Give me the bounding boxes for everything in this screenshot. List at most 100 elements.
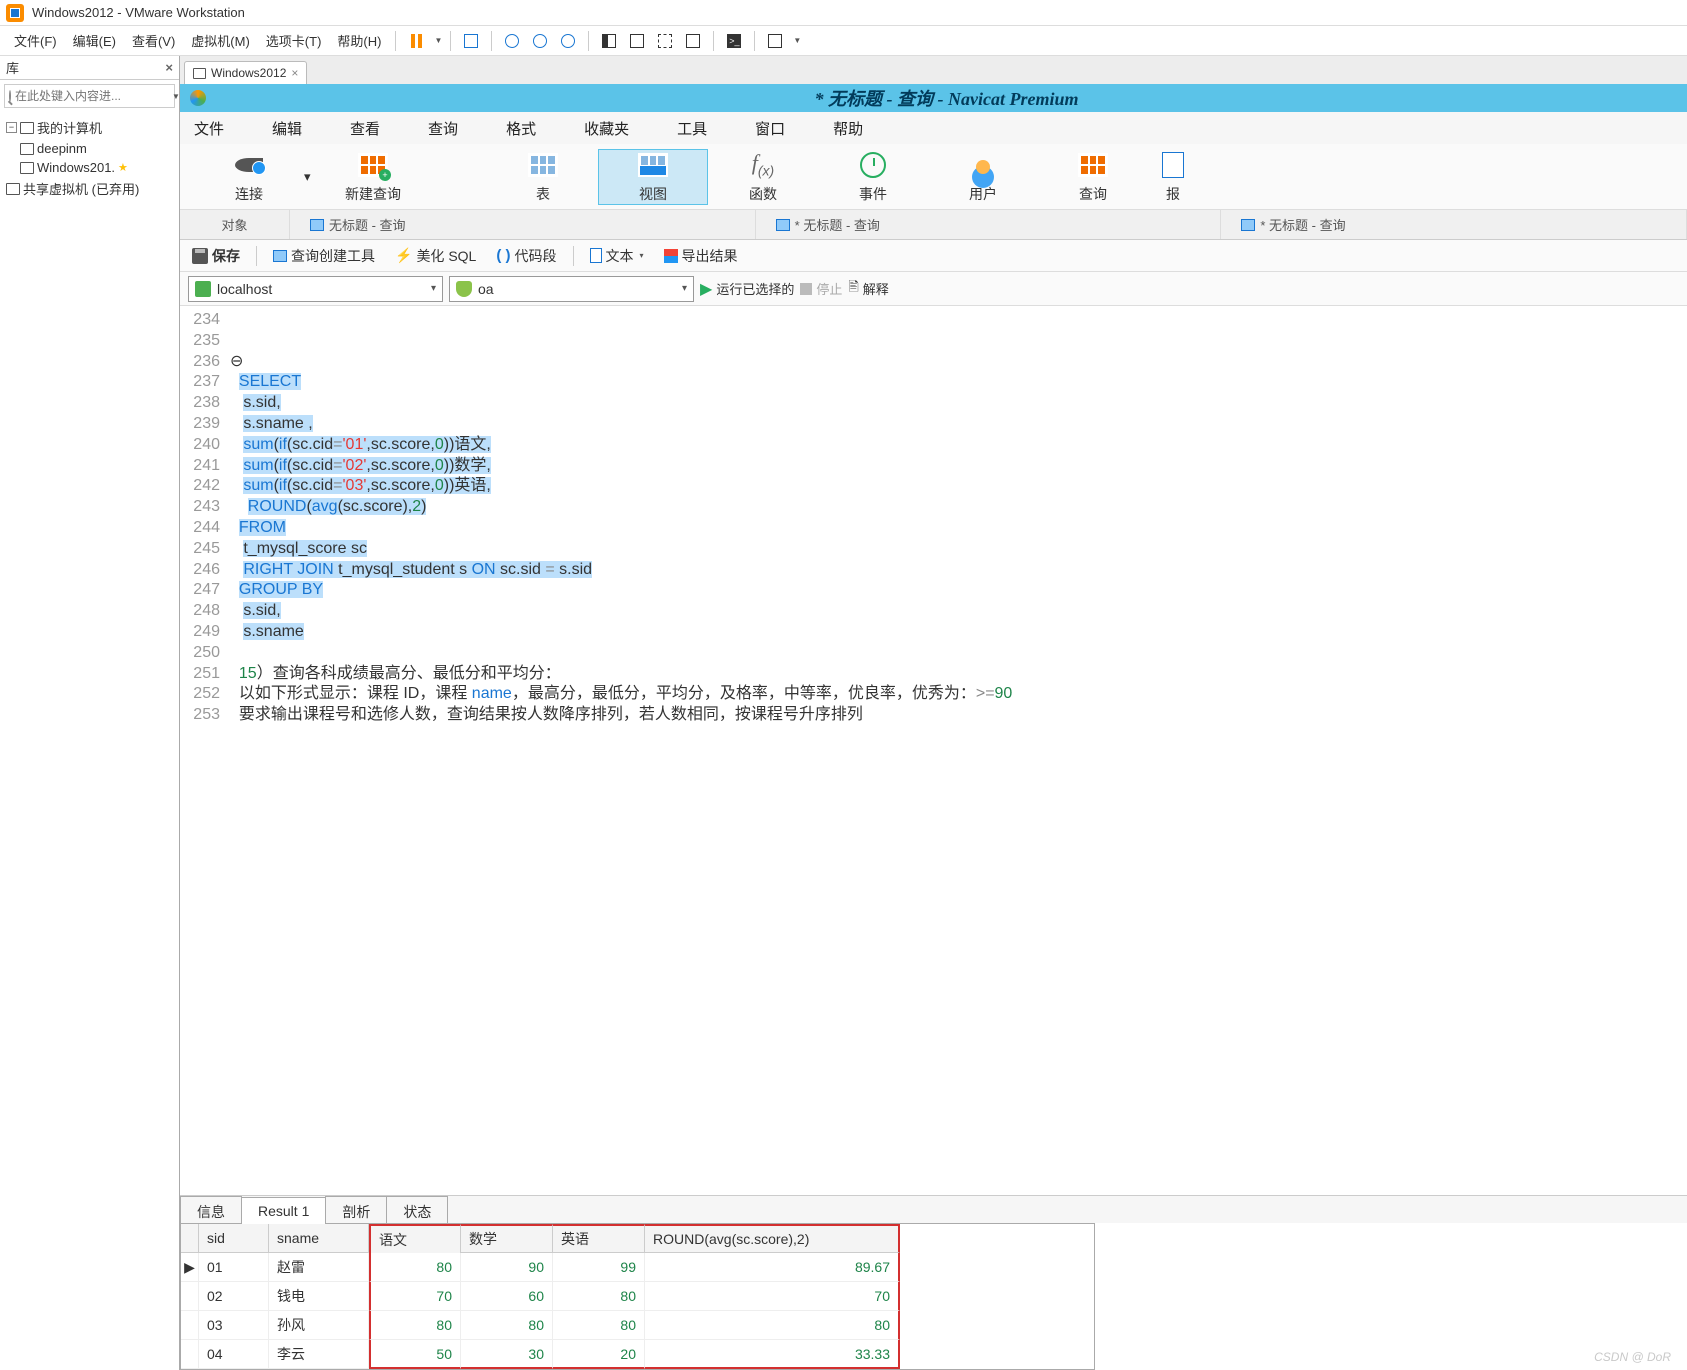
connection-row: localhost▾ oa▾ ▶运行已选择的 停止 🖹解释 [180, 272, 1687, 306]
text-button[interactable]: 文本▾ [586, 243, 648, 269]
fullscreen-dropdown[interactable]: ▼ [793, 36, 801, 45]
nav-menu-window[interactable]: 窗口 [755, 118, 785, 139]
function-button[interactable]: f(x)函数 [708, 150, 818, 204]
col-sname[interactable]: sname [269, 1224, 369, 1253]
save-button[interactable]: 保存 [188, 243, 244, 269]
nav-menu-tools[interactable]: 工具 [677, 118, 707, 139]
connection-dropdown[interactable]: ▾ [304, 169, 318, 185]
connection-button[interactable]: 连接 [194, 150, 304, 204]
menu-help[interactable]: 帮助(H) [331, 27, 387, 54]
nav-menu-fav[interactable]: 收藏夹 [584, 118, 629, 139]
paren-icon: ( ) [496, 247, 510, 264]
grid-icon [1241, 219, 1255, 231]
pause-button[interactable] [404, 29, 428, 53]
export-icon [664, 249, 678, 263]
console-button[interactable]: >_ [722, 29, 746, 53]
export-button[interactable]: 导出结果 [660, 243, 742, 269]
menu-view[interactable]: 查看(V) [126, 27, 181, 54]
stop-icon [800, 283, 812, 295]
search-dropdown[interactable]: ▼ [172, 92, 180, 101]
navicat-titlebar: * 无标题 - 查询 - Navicat Premium [180, 84, 1687, 112]
result-tabs: 信息 Result 1 剖析 状态 [180, 1195, 1687, 1223]
database-select[interactable]: oa▾ [449, 276, 694, 302]
revert-button[interactable] [528, 29, 552, 53]
library-search[interactable]: ▼ [4, 84, 175, 108]
tab-profile[interactable]: 剖析 [325, 1196, 387, 1223]
manage-snapshot-button[interactable] [556, 29, 580, 53]
close-library-button[interactable]: × [165, 60, 173, 75]
menu-tabs[interactable]: 选项卡(T) [260, 27, 328, 54]
table-row[interactable]: 03孙风80808080 [181, 1311, 1094, 1340]
navicat-title: * 无标题 - 查询 - Navicat Premium [216, 85, 1677, 111]
navicat-menubar: 文件 编辑 查看 查询 格式 收藏夹 工具 窗口 帮助 [180, 112, 1687, 144]
run-button[interactable]: ▶运行已选择的 [700, 279, 794, 299]
table-row[interactable]: 02钱电70608070 [181, 1282, 1094, 1311]
layout1-button[interactable] [597, 29, 621, 53]
query-builder-button[interactable]: 查询创建工具 [269, 243, 379, 269]
tab-query-1[interactable]: 无标题 - 查询 [290, 210, 756, 239]
menu-edit[interactable]: 编辑(E) [67, 27, 122, 54]
vm-icon [20, 143, 34, 155]
grid-header: sid sname 语文 数学 英语 ROUND(avg(sc.score),2… [181, 1224, 1094, 1253]
nav-menu-help[interactable]: 帮助 [833, 118, 863, 139]
col-yingyu[interactable]: 英语 [553, 1224, 645, 1253]
col-sid[interactable]: sid [199, 1224, 269, 1253]
tab-status[interactable]: 状态 [386, 1196, 448, 1223]
server-icon [195, 281, 211, 297]
tab-result1[interactable]: Result 1 [241, 1197, 326, 1224]
database-icon [456, 281, 472, 297]
menu-vm[interactable]: 虚拟机(M) [185, 27, 256, 54]
menu-file[interactable]: 文件(F) [8, 27, 63, 54]
nav-menu-query[interactable]: 查询 [428, 118, 458, 139]
nav-menu-file[interactable]: 文件 [194, 118, 224, 139]
tree-vm-windows2012[interactable]: Windows201. ★ [2, 158, 177, 177]
pause-dropdown[interactable]: ▼ [434, 36, 442, 45]
snapshot-button[interactable] [500, 29, 524, 53]
tab-info[interactable]: 信息 [180, 1196, 242, 1223]
nav-menu-edit[interactable]: 编辑 [272, 118, 302, 139]
table-button[interactable]: 表 [488, 150, 598, 204]
navicat-icon [190, 90, 206, 106]
layout2-button[interactable] [625, 29, 649, 53]
tab-query-3[interactable]: * 无标题 - 查询 [1221, 210, 1687, 239]
layout3-button[interactable] [653, 29, 677, 53]
tab-objects[interactable]: 对象 [180, 210, 290, 239]
sql-editor[interactable]: 234235236⊖237 SELECT238 s.sid,239 s.snam… [180, 306, 1687, 1195]
table-row[interactable]: 04李云50302033.33 [181, 1340, 1094, 1369]
close-tab-button[interactable]: × [291, 66, 298, 80]
fullscreen-button[interactable] [763, 29, 787, 53]
tree-shared-vms[interactable]: 共享虚拟机 (已弃用) [2, 177, 177, 200]
col-yuwen[interactable]: 语文 [369, 1224, 461, 1253]
query-button[interactable]: 查询 [1038, 150, 1148, 204]
beautify-button[interactable]: ⚡美化 SQL [391, 243, 480, 269]
view-button[interactable]: 视图 [598, 149, 708, 205]
vm-tab-windows2012[interactable]: Windows2012 × [184, 61, 307, 84]
grid-icon [273, 250, 287, 262]
unity-button[interactable] [681, 29, 705, 53]
bolt-icon: ⚡ [395, 247, 412, 264]
host-select[interactable]: localhost▾ [188, 276, 443, 302]
nav-menu-view[interactable]: 查看 [350, 118, 380, 139]
new-query-button[interactable]: +新建查询 [318, 150, 428, 204]
col-avg[interactable]: ROUND(avg(sc.score),2) [645, 1224, 900, 1253]
tree-vm-deepinm[interactable]: deepinm [2, 139, 177, 158]
table-row[interactable]: ▶01赵雷80909989.67 [181, 1253, 1094, 1282]
window-title: Windows2012 - VMware Workstation [32, 5, 245, 20]
event-button[interactable]: 事件 [818, 150, 928, 204]
nav-menu-format[interactable]: 格式 [506, 118, 536, 139]
col-shuxue[interactable]: 数学 [461, 1224, 553, 1253]
snippet-button[interactable]: ( )代码段 [492, 243, 560, 269]
library-title: 库 [6, 58, 19, 77]
report-button[interactable]: 报 [1148, 150, 1198, 204]
send-ctrlaltdel-button[interactable] [459, 29, 483, 53]
collapse-icon[interactable]: − [6, 122, 17, 133]
tab-query-2[interactable]: * 无标题 - 查询 [756, 210, 1222, 239]
play-icon: ▶ [700, 279, 712, 299]
search-input[interactable] [15, 89, 170, 103]
vm-icon [193, 68, 206, 79]
tree-my-computer[interactable]: − 我的计算机 [2, 116, 177, 139]
user-button[interactable]: 用户 [928, 150, 1038, 204]
stop-button[interactable]: 停止 [800, 279, 842, 298]
explain-button[interactable]: 🖹解释 [848, 278, 888, 300]
vm-tabbar: Windows2012 × [180, 56, 1687, 84]
